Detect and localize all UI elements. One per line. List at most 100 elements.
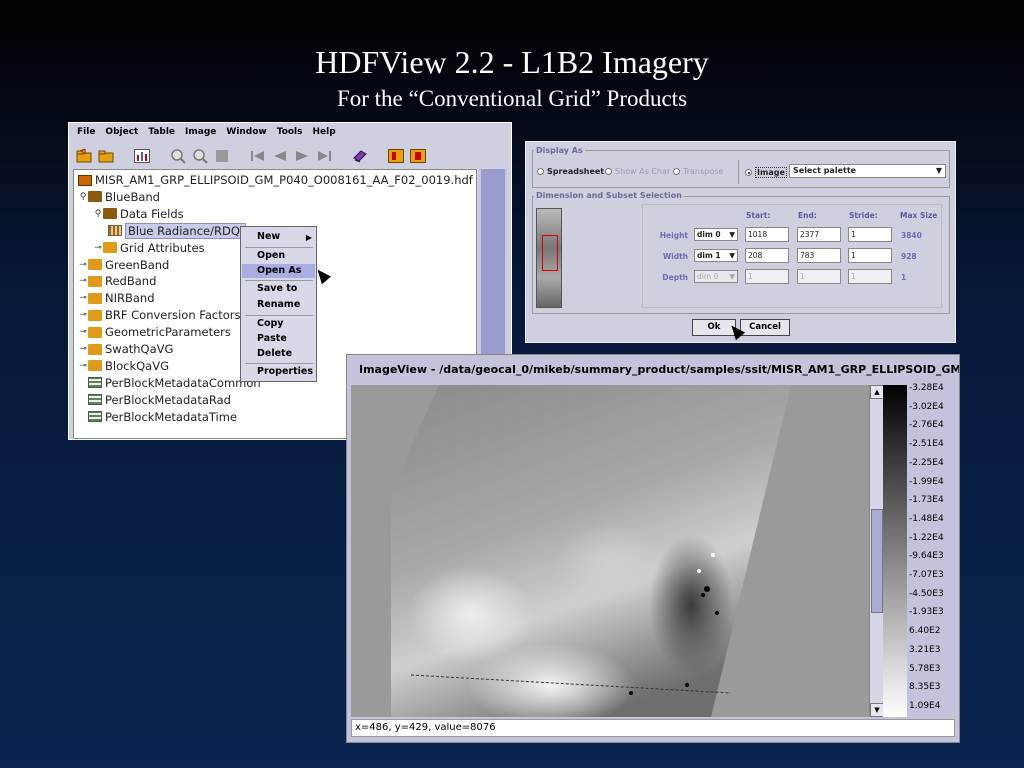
height-dim-select[interactable]: dim 0 ▼ — [694, 228, 738, 241]
menu-table[interactable]: Table — [148, 127, 175, 141]
menu-item-paste[interactable]: Paste — [257, 332, 287, 346]
scrollbar-thumb[interactable] — [871, 509, 883, 613]
palette-legend-value: -7.07E3 — [909, 570, 944, 580]
tree-node[interactable]: ⚲ Data Fields — [93, 206, 184, 222]
checkbox-show-as-char[interactable]: Show As Char — [605, 167, 670, 176]
folder-closed-icon — [88, 360, 102, 372]
radio-button-icon — [605, 168, 612, 175]
collapsed-handle-icon[interactable]: ⊸ — [78, 361, 88, 371]
toolbar-separator — [373, 147, 383, 165]
menu-window[interactable]: Window — [226, 127, 266, 141]
palette-legend-value: -1.73E4 — [909, 495, 944, 506]
radio-button-selected-icon — [745, 169, 752, 176]
zoom-out-icon[interactable] — [191, 147, 209, 165]
height-stride-input[interactable]: 1 — [848, 227, 892, 242]
menu-item-copy[interactable]: Copy — [257, 317, 284, 331]
palette-legend-value: -1.22E4 — [909, 532, 944, 543]
depth-end-input[interactable]: 1 — [797, 269, 841, 284]
tree-node[interactable]: MISR_AM1_GRP_ELLIPSOID_GM_P040_O008161_A… — [78, 172, 473, 188]
cancel-button[interactable]: Cancel — [740, 319, 790, 336]
collapsed-handle-icon[interactable]: ⊸ — [78, 276, 88, 286]
tree-node[interactable]: PerBlockMetadataTime — [88, 409, 237, 425]
show-as-char-label: Show As Char — [615, 167, 671, 176]
tree-node[interactable]: ⊸ SwathQaVG — [78, 341, 173, 357]
tree-node[interactable]: ⊸ RedBand — [78, 273, 156, 289]
tree-node[interactable]: ⚲ BlueBand — [78, 189, 160, 205]
tree-node[interactable]: PerBlockMetadataRad — [88, 392, 231, 408]
radio-image[interactable]: Image — [745, 167, 787, 178]
next-icon[interactable] — [293, 147, 311, 165]
collapsed-handle-icon[interactable]: ⊸ — [78, 310, 88, 320]
tree-node-label: GeometricParameters — [105, 325, 231, 340]
scroll-up-icon[interactable]: ▲ — [870, 385, 884, 399]
palette-legend-value: -3.02E4 — [909, 401, 944, 412]
tree-node[interactable]: ⊸ NIRBand — [78, 290, 154, 306]
palette-legend-value: 1.09E4 — [909, 700, 941, 711]
collapsed-handle-icon[interactable]: ⊸ — [78, 344, 88, 354]
last-icon[interactable] — [315, 147, 333, 165]
menu-item-open-as[interactable]: Open As — [242, 264, 315, 278]
first-icon[interactable] — [249, 147, 267, 165]
tree-node[interactable]: ⊸ GeometricParameters — [78, 324, 231, 340]
menu-tools[interactable]: Tools — [277, 127, 303, 141]
checkbox-transpose[interactable]: Transpose — [673, 167, 723, 176]
open-folder-icon[interactable] — [75, 147, 93, 165]
menu-item-open[interactable]: Open — [257, 249, 285, 263]
collapsed-handle-icon[interactable]: ⊸ — [93, 243, 103, 253]
tree-node[interactable]: PerBlockMetadataCommon — [88, 375, 261, 391]
book-icon[interactable] — [351, 147, 369, 165]
folder-open-icon — [88, 191, 102, 203]
width-dim-select[interactable]: dim 1 ▼ — [694, 249, 738, 262]
image-thumbnail[interactable] — [536, 208, 562, 308]
menu-item-new[interactable]: New — [257, 230, 280, 244]
tree-node-label: Data Fields — [120, 206, 184, 221]
image-scrollbar[interactable]: ▲ ▼ — [869, 385, 884, 717]
collapsed-handle-icon[interactable]: ⊸ — [78, 327, 88, 337]
imageview-titlebar[interactable]: ImageView - /data/geocal_0/mikeb/summary… — [347, 355, 959, 383]
scroll-down-icon[interactable]: ▼ — [870, 703, 884, 717]
tree-node[interactable]: Blue Radiance/RDQI — [108, 222, 247, 239]
image-canvas[interactable] — [351, 385, 869, 717]
menu-object[interactable]: Object — [105, 127, 138, 141]
palette-legend-value: -2.25E4 — [909, 457, 944, 468]
width-end-input[interactable]: 783 — [797, 248, 841, 263]
selection-rectangle[interactable] — [542, 235, 558, 271]
tree-node[interactable]: ⊸ GreenBand — [78, 257, 169, 273]
help-icon[interactable] — [409, 147, 427, 165]
radio-spreadsheet[interactable]: Spreadsheet — [537, 167, 604, 176]
menu-file[interactable]: File — [77, 127, 95, 141]
menu-item-rename[interactable]: Rename — [257, 298, 300, 312]
depth-dim-select[interactable]: dim 0 ▼ — [694, 270, 738, 283]
menu-item-save-to[interactable]: Save to — [257, 282, 297, 296]
width-stride-input[interactable]: 1 — [848, 248, 892, 263]
depth-start-input[interactable]: 1 — [745, 269, 789, 284]
zoom-in-icon[interactable] — [169, 147, 187, 165]
menu-image[interactable]: Image — [185, 127, 216, 141]
tree-node[interactable]: ⊸ Grid Attributes — [93, 240, 204, 256]
collapsed-handle-icon[interactable]: ⊸ — [78, 293, 88, 303]
tree-node[interactable]: ⊸ BRF Conversion Factors — [78, 307, 240, 323]
menu-item-delete[interactable]: Delete — [257, 347, 292, 361]
expanded-handle-icon[interactable]: ⚲ — [78, 192, 88, 202]
tree-node-label: PerBlockMetadataTime — [105, 409, 238, 424]
palette-icon[interactable] — [387, 147, 405, 165]
prev-icon[interactable] — [271, 147, 289, 165]
width-start-input[interactable]: 208 — [745, 248, 789, 263]
stop-icon[interactable] — [213, 147, 231, 165]
palette-legend-value: -1.99E4 — [909, 476, 944, 487]
palette-select[interactable]: Select palette ▼ — [789, 164, 946, 178]
file-icon — [78, 174, 92, 186]
collapsed-handle-icon[interactable]: ⊸ — [78, 260, 88, 270]
expanded-handle-icon[interactable]: ⚲ — [93, 209, 103, 219]
chevron-down-icon: ▼ — [729, 251, 735, 260]
height-start-input[interactable]: 1018 — [745, 227, 789, 242]
height-end-input[interactable]: 2377 — [797, 227, 841, 242]
chart-icon[interactable] — [133, 147, 151, 165]
new-folder-icon[interactable] — [97, 147, 115, 165]
depth-stride-input[interactable]: 1 — [848, 269, 892, 284]
menu-help[interactable]: Help — [313, 127, 336, 141]
display-as-legend: Display As — [534, 146, 585, 155]
folder-closed-icon — [88, 309, 102, 321]
menu-item-properties[interactable]: Properties — [257, 365, 313, 379]
tree-node[interactable]: ⊸ BlockQaVG — [78, 358, 169, 374]
